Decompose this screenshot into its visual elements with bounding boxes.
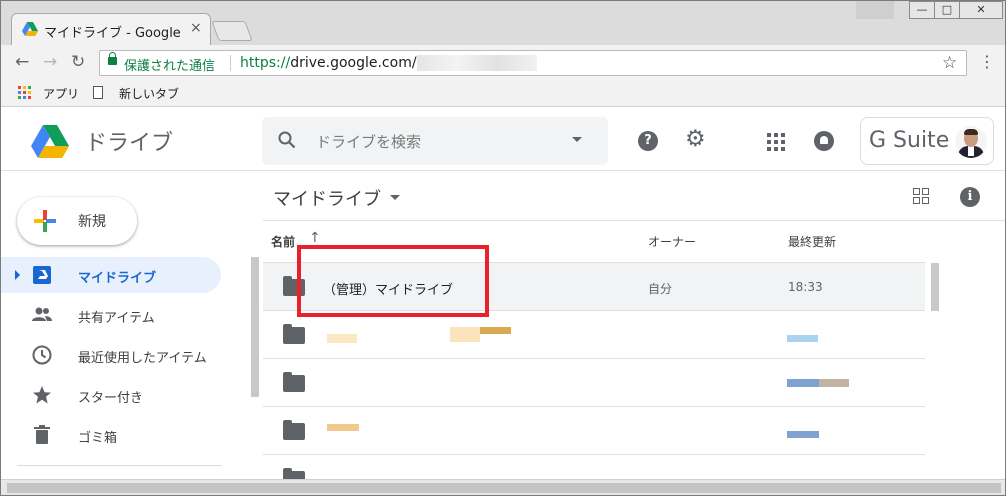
browser-menu-icon[interactable]: ⋮ (979, 52, 995, 71)
address-bar[interactable]: 保護された通信 https://drive.google.com/ ☆ (99, 50, 967, 76)
shared-icon (32, 307, 52, 321)
minimize-button[interactable]: — (909, 1, 935, 19)
redacted-date (787, 431, 819, 438)
bookmark-new-tab[interactable]: 新しいタブ (119, 85, 179, 102)
expand-arrow-icon[interactable] (15, 270, 20, 280)
column-header-name[interactable]: 名前 (271, 233, 295, 250)
google-apps-icon[interactable] (767, 133, 785, 151)
search-options-icon[interactable] (572, 137, 582, 142)
table-row[interactable] (263, 358, 925, 406)
content-divider (263, 220, 1005, 221)
redacted-date (787, 379, 819, 387)
sidebar-divider (17, 465, 222, 466)
url-text: https://drive.google.com/ (240, 55, 417, 71)
bookmark-apps[interactable]: アプリ (43, 85, 79, 102)
page-icon (93, 86, 103, 99)
account-switcher[interactable]: G Suite (860, 117, 994, 165)
browser-toolbar: ← → ↻ 保護された通信 https://drive.google.com/ … (1, 45, 1005, 79)
url-scheme: https:// (240, 55, 291, 71)
gear-icon[interactable]: ⚙ (685, 126, 706, 152)
shared-folder-icon (283, 324, 305, 344)
location-breadcrumb[interactable]: マイドライブ (273, 185, 381, 211)
grid-view-icon[interactable] (913, 188, 929, 204)
redacted-name (450, 327, 480, 342)
title-bar: マイドライブ - Google × — □ ✕ (1, 1, 1005, 45)
new-button[interactable]: 新規 (17, 197, 137, 245)
product-name: ドライブ (85, 131, 174, 156)
forward-icon[interactable]: → (43, 52, 57, 72)
tab-close-icon[interactable]: × (190, 20, 202, 36)
table-row[interactable] (263, 310, 925, 358)
star-icon (33, 386, 51, 404)
apps-grid-icon[interactable] (18, 86, 31, 99)
tab-title: マイドライブ - Google (44, 26, 181, 41)
sidebar-item-label: スター付き (78, 391, 144, 406)
highlight-annotation (297, 245, 489, 317)
bookmarks-bar: アプリ 新しいタブ (1, 79, 1005, 107)
url-redaction (417, 55, 537, 71)
redacted-date (819, 379, 849, 387)
url-separator (230, 55, 231, 71)
sidebar-item-my-drive[interactable]: マイドライブ (1, 257, 221, 293)
sidebar-item-starred[interactable]: スター付き (1, 377, 221, 413)
lock-icon (108, 52, 117, 65)
sidebar-item-label: ゴミ箱 (78, 431, 118, 446)
redacted-date (787, 335, 818, 342)
browser-window: マイドライブ - Google × — □ ✕ ← → ↻ 保護された通信 ht… (0, 0, 1006, 496)
gsuite-label: G Suite (869, 128, 950, 153)
plus-icon (34, 210, 56, 232)
help-icon[interactable]: ? (638, 131, 658, 151)
trash-icon (34, 425, 50, 444)
window-profile-area (856, 1, 894, 19)
reload-icon[interactable]: ↻ (71, 52, 85, 72)
redacted-name (327, 334, 357, 343)
sort-ascending-icon[interactable]: ↑ (309, 230, 321, 246)
sidebar-item-recent[interactable]: 最近使用したアイテム (1, 337, 221, 373)
search-box[interactable]: ドライブを検索 (262, 117, 608, 165)
header-divider (1, 170, 1005, 171)
horizontal-scrollbar-thumb[interactable] (7, 483, 1001, 493)
maximize-button[interactable]: □ (934, 1, 960, 19)
new-button-label: 新規 (78, 214, 106, 230)
url-host: drive.google.com/ (290, 55, 417, 71)
bookmark-star-icon[interactable]: ☆ (942, 53, 957, 73)
folder-icon (283, 420, 305, 440)
sidebar-item-label: 共有アイテム (78, 311, 155, 326)
sidebar-item-shared[interactable]: 共有アイテム (1, 297, 221, 333)
my-drive-icon (33, 266, 51, 284)
horizontal-scrollbar[interactable] (1, 479, 1005, 495)
list-scrollbar[interactable] (931, 263, 939, 311)
browser-tab[interactable]: マイドライブ - Google × (11, 13, 211, 45)
sidebar-item-trash[interactable]: ゴミ箱 (1, 417, 221, 453)
column-header-owner[interactable]: オーナー (648, 233, 696, 250)
table-row[interactable] (263, 454, 925, 488)
clock-icon (32, 345, 52, 365)
avatar[interactable] (955, 126, 987, 158)
column-header-modified[interactable]: 最終更新 (788, 233, 836, 250)
file-owner: 自分 (648, 282, 673, 296)
sidebar-scrollbar[interactable] (251, 257, 259, 397)
search-icon[interactable] (278, 131, 296, 149)
close-window-button[interactable]: ✕ (959, 1, 1003, 19)
table-row[interactable] (263, 406, 925, 454)
file-modified: 18:33 (788, 280, 823, 294)
folder-icon (283, 372, 305, 392)
new-tab-button[interactable] (211, 21, 253, 41)
sidebar-item-label: マイドライブ (78, 271, 157, 286)
info-icon[interactable]: i (960, 187, 980, 207)
redacted-name (480, 327, 511, 334)
drive-favicon-icon (22, 22, 38, 36)
search-input[interactable]: ドライブを検索 (316, 131, 421, 152)
redacted-name (327, 424, 359, 431)
drive-header: ドライブ ドライブを検索 ? ⚙ G Suite (1, 107, 1005, 171)
location-menu-icon[interactable] (390, 195, 400, 200)
drive-logo-icon[interactable] (31, 125, 69, 159)
secure-label: 保護された通信 (124, 59, 216, 74)
notifications-icon[interactable] (814, 131, 834, 151)
sidebar-item-label: 最近使用したアイテム (78, 351, 207, 366)
back-icon[interactable]: ← (15, 52, 29, 72)
